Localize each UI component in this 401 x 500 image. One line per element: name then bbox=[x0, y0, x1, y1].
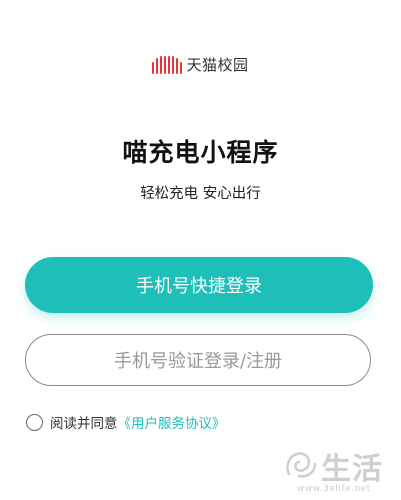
agreement-row: 阅读并同意 《用户服务协议》 bbox=[26, 412, 226, 432]
watermark-logo-icon bbox=[286, 452, 317, 478]
agreement-text: 阅读并同意 bbox=[50, 416, 118, 432]
quick-login-button[interactable]: 手机号快捷登录 bbox=[25, 257, 373, 313]
watermark-url: www.3elife.net bbox=[297, 484, 371, 494]
watermark: 生活 www.3elife.net bbox=[283, 442, 395, 498]
agreement-radio[interactable] bbox=[26, 413, 43, 431]
code-login-button[interactable]: 手机号验证登录/注册 bbox=[25, 334, 371, 386]
watermark-text: 生活 bbox=[321, 452, 383, 487]
brand-header: 天猫校园 bbox=[0, 54, 401, 75]
login-page: 天猫校园 喵充电小程序 轻松充电 安心出行 手机号快捷登录 手机号验证登录/注册… bbox=[0, 0, 401, 500]
tmall-logo-icon bbox=[152, 55, 183, 74]
page-subtitle: 轻松充电 安心出行 bbox=[140, 186, 261, 202]
brand-name: 天猫校园 bbox=[186, 56, 249, 74]
page-title: 喵充电小程序 bbox=[122, 138, 279, 167]
user-agreement-link[interactable]: 《用户服务协议》 bbox=[118, 412, 226, 432]
